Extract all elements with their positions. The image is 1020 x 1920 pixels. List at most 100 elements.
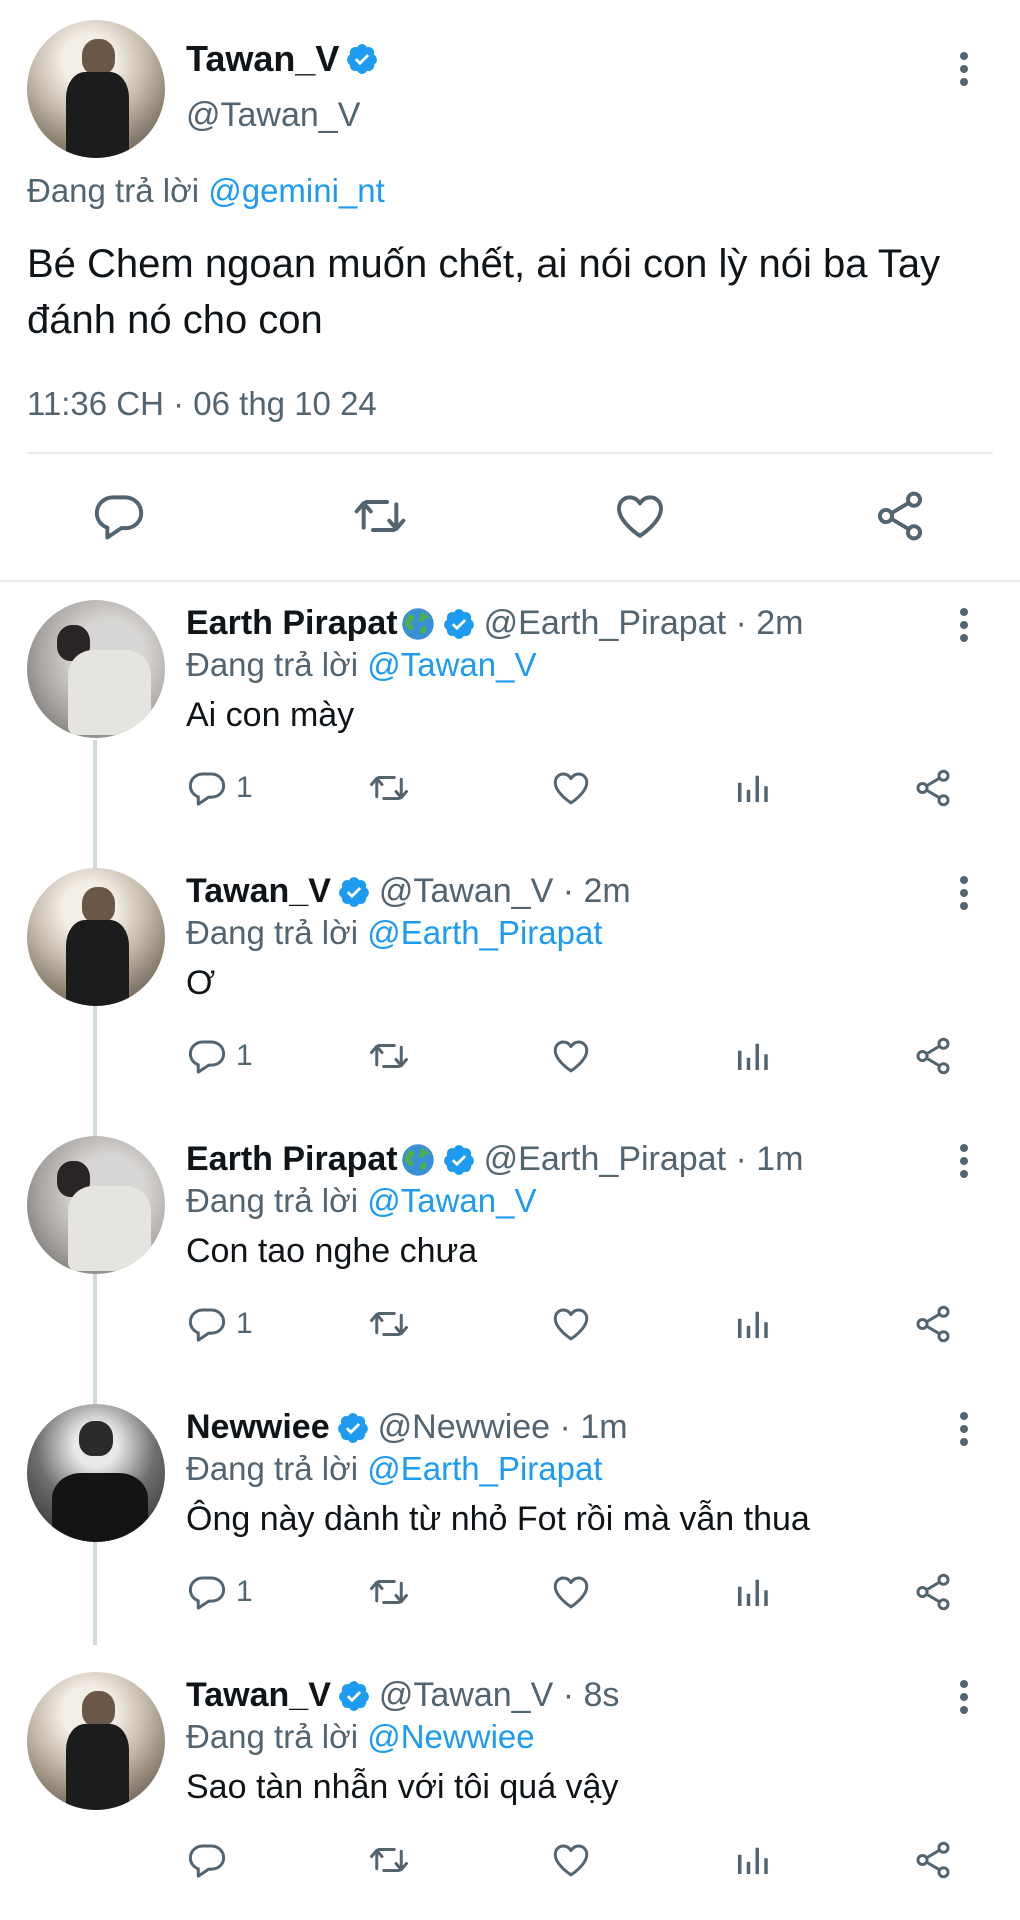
views-button[interactable] [731,1838,773,1882]
reply-button[interactable]: 1 [186,766,253,810]
display-name[interactable]: Tawan_V [186,38,339,80]
more-options-icon[interactable] [960,52,968,86]
share-icon [912,1839,954,1881]
tweet-timestamp[interactable]: 11:36 CH · 06 thg 10 24 [27,385,377,423]
replying-mention-link[interactable]: @Tawan_V [367,646,536,683]
retweet-icon [368,1839,410,1881]
like-button[interactable] [550,1034,592,1078]
like-icon [550,767,592,809]
retweet-button[interactable] [368,766,410,810]
like-button[interactable] [550,1838,592,1882]
stats-icon [731,767,773,809]
more-options-icon[interactable] [960,1412,968,1446]
like-icon[interactable] [612,488,668,544]
reply-count: 1 [236,1039,253,1072]
views-button[interactable] [731,766,773,810]
reply-actions: 1 [0,1034,1020,1078]
retweet-icon[interactable] [352,488,408,544]
views-button[interactable] [731,1034,773,1078]
reply-button[interactable]: 1 [186,1302,253,1346]
verified-badge-icon [337,1679,371,1713]
retweet-button[interactable] [368,1570,410,1614]
share-icon [912,1571,954,1613]
reply-tweet[interactable]: Earth Pirapat @Earth_Pirapat · 2m Đang t… [0,580,1020,848]
display-name[interactable]: Earth Pirapat [186,604,398,643]
replying-mention-link[interactable]: @Newwiee [367,1718,534,1755]
verified-badge-icon [336,1411,370,1445]
verified-badge-icon [337,875,371,909]
display-name[interactable]: Tawan_V [186,872,331,911]
reply-tweet[interactable]: Newwiee @Newwiee · 1m Đang trả lời @Eart… [0,1384,1020,1652]
avatar[interactable] [27,1672,165,1810]
verified-badge-icon [345,42,379,76]
main-tweet: Tawan_V @Tawan_V Đang trả lời @gemini_nt… [0,0,1020,575]
handle-and-time: @Earth_Pirapat · 2m [483,604,804,642]
share-button[interactable] [912,1034,954,1078]
replying-mention-link[interactable]: @Earth_Pirapat [367,914,602,951]
like-button[interactable] [550,1570,592,1614]
reply-text: Ai con mày [186,696,355,734]
handle-and-time: @Earth_Pirapat · 1m [483,1140,804,1178]
stats-icon [731,1303,773,1345]
reply-actions: 1 [0,766,1020,810]
reply-button[interactable] [186,1838,236,1882]
display-name[interactable]: Earth Pirapat [186,1140,398,1179]
reply-icon [186,1839,228,1881]
views-button[interactable] [731,1302,773,1346]
divider [27,452,993,454]
share-button[interactable] [912,766,954,810]
avatar[interactable] [27,600,165,738]
share-button[interactable] [912,1302,954,1346]
avatar[interactable] [27,20,165,158]
avatar[interactable] [27,1136,165,1274]
retweet-button[interactable] [368,1302,410,1346]
views-button[interactable] [731,1570,773,1614]
replying-prefix: Đang trả lời [186,1450,359,1487]
more-options-icon[interactable] [960,876,968,910]
reply-icon [186,1571,228,1613]
replying-prefix: Đang trả lời [186,1182,359,1219]
reply-text: Sao tàn nhẫn với tôi quá vậy [186,1768,619,1806]
author-handle[interactable]: @Tawan_V [186,96,360,135]
replying-mention-link[interactable]: @gemini_nt [208,172,385,209]
avatar[interactable] [27,1404,165,1542]
retweet-button[interactable] [368,1838,410,1882]
reply-tweet[interactable]: Tawan_V @Tawan_V · 2m Đang trả lời @Eart… [0,848,1020,1116]
reply-header: Tawan_V @Tawan_V · 2m [186,872,631,911]
reply-actions: 1 [0,1302,1020,1346]
like-button[interactable] [550,766,592,810]
reply-actions [0,1838,1020,1882]
reply-tweet[interactable]: Earth Pirapat @Earth_Pirapat · 1m Đang t… [0,1116,1020,1384]
display-name[interactable]: Tawan_V [186,1676,331,1715]
share-icon [912,1035,954,1077]
reply-icon[interactable] [91,488,147,544]
replying-mention-link[interactable]: @Earth_Pirapat [367,1450,602,1487]
tweet-actions [0,488,1020,548]
share-icon[interactable] [872,488,928,544]
retweet-button[interactable] [368,1034,410,1078]
reply-button[interactable]: 1 [186,1034,253,1078]
more-options-icon[interactable] [960,1680,968,1714]
replying-to: Đang trả lời @gemini_nt [27,172,385,210]
more-options-icon[interactable] [960,1144,968,1178]
verified-badge-icon [442,1143,476,1177]
globe-emoji-icon [400,1142,436,1178]
reply-text: Con tao nghe chưa [186,1232,478,1270]
reply-count: 1 [236,1307,253,1340]
reply-button[interactable]: 1 [186,1570,253,1614]
reply-tweet[interactable]: Tawan_V @Tawan_V · 8s Đang trả lời @Neww… [0,1652,1020,1920]
replying-mention-link[interactable]: @Tawan_V [367,1182,536,1219]
stats-icon [731,1035,773,1077]
author-name[interactable]: Tawan_V [186,38,379,80]
share-button[interactable] [912,1570,954,1614]
stats-icon [731,1571,773,1613]
avatar[interactable] [27,868,165,1006]
more-options-icon[interactable] [960,608,968,642]
replying-prefix: Đang trả lời [186,646,359,683]
display-name[interactable]: Newwiee [186,1408,330,1447]
reply-count: 1 [236,1575,253,1608]
reply-icon [186,1303,228,1345]
share-button[interactable] [912,1838,954,1882]
like-button[interactable] [550,1302,592,1346]
retweet-icon [368,1571,410,1613]
